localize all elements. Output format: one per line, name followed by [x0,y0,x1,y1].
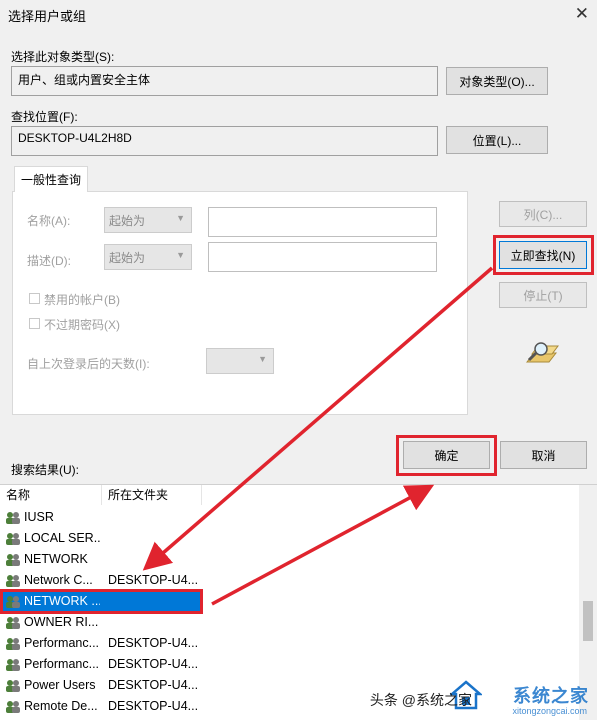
watermark-brand: 系统之家 [513,686,589,706]
watermark-site: xitongzongcai.com [512,706,587,716]
tab-general-queries[interactable]: 一般性查询 [14,166,88,192]
arrow-find-to-result [142,266,494,571]
watermark-toutiao: 头条 @系统之家 [369,692,472,708]
annotation-arrows [142,266,494,606]
arrow-result-to-ok [211,484,435,606]
